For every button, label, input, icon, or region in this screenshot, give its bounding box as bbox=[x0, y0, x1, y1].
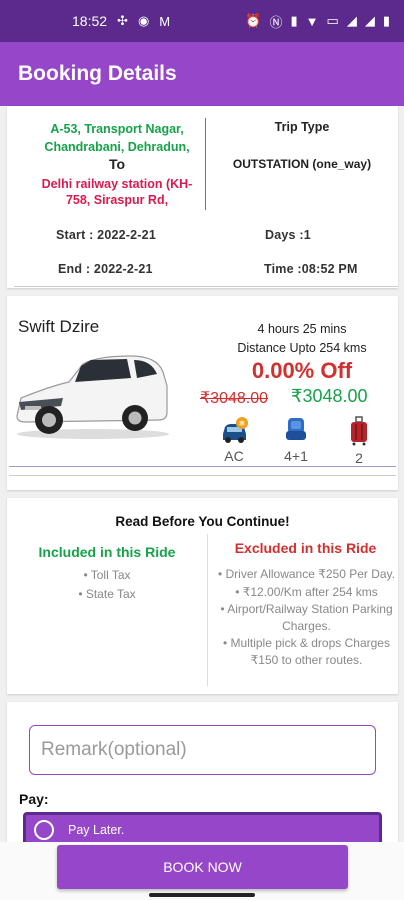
wifi-icon: ▼ bbox=[305, 13, 319, 29]
volte-icon: ▭ bbox=[326, 13, 339, 28]
car-name: Swift Dzire bbox=[18, 317, 100, 336]
fan-notification-icon: ✣ bbox=[117, 13, 128, 28]
car-image bbox=[16, 355, 169, 439]
trip-duration: 4 hours 25 mins bbox=[257, 322, 347, 336]
trip-type-label: Trip Type bbox=[274, 120, 330, 134]
status-bar: 18:52 ✣ ◉ M ⏰ Ⓝ ▮ ▼ ▭ ◢ ◢ ▮ bbox=[0, 0, 404, 42]
end-date: End : 2022-2-21 bbox=[58, 262, 153, 276]
svg-text:❄: ❄ bbox=[239, 419, 246, 428]
feature-luggage-label: 2 bbox=[355, 450, 363, 466]
car-card: Swift Dzire 4 hours 25 mins Distance Upt… bbox=[7, 296, 398, 490]
start-date: Start : 2022-2-21 bbox=[56, 228, 156, 242]
included-list: • Toll Tax • State Tax bbox=[7, 566, 207, 604]
pay-later-label: Pay Later. bbox=[68, 823, 125, 837]
feature-ac: ❄ AC bbox=[214, 416, 254, 464]
list-item: • Multiple pick & drops Charges ₹150 to … bbox=[223, 636, 390, 667]
remark-input[interactable] bbox=[29, 725, 376, 775]
gesture-nav-handle bbox=[149, 893, 255, 897]
original-price: ₹3048.00 bbox=[200, 390, 269, 407]
list-item: • Airport/Railway Station Parking Charge… bbox=[220, 602, 393, 633]
feature-seats: 4+1 bbox=[276, 416, 316, 464]
radio-button[interactable] bbox=[34, 820, 54, 840]
policy-title: Read Before You Continue! bbox=[115, 514, 290, 529]
list-item: • State Tax bbox=[78, 587, 136, 601]
final-price: ₹3048.00 bbox=[291, 386, 368, 406]
policy-divider bbox=[207, 534, 208, 686]
feature-luggage: 2 bbox=[339, 416, 379, 466]
list-item: • ₹12.00/Km after 254 kms bbox=[235, 584, 378, 599]
pay-label: Pay: bbox=[19, 791, 49, 807]
discount-label: 0.00% Off bbox=[251, 358, 353, 383]
seat-icon bbox=[286, 418, 306, 440]
luggage-icon bbox=[351, 416, 367, 446]
excluded-list: • Driver Allowance ₹250 Per Day. • ₹12.0… bbox=[215, 566, 398, 669]
pickup-time: Time :08:52 PM bbox=[264, 262, 358, 276]
signal-icon: ◢ bbox=[346, 13, 357, 28]
page-title: Booking Details bbox=[18, 62, 177, 85]
app-bar: Booking Details bbox=[0, 42, 404, 106]
policy-card: Read Before You Continue! Included in th… bbox=[7, 498, 398, 694]
alarm-icon: ⏰ bbox=[245, 13, 262, 28]
book-now-button[interactable]: BOOK NOW bbox=[57, 845, 348, 889]
excluded-title: Excluded in this Ride bbox=[234, 540, 377, 556]
pickup-address: A-53, Transport Nagar, Chandrabani, Dehr… bbox=[44, 122, 190, 154]
vibrate-icon: ▮ bbox=[290, 13, 298, 28]
route-card: A-53, Transport Nagar, Chandrabani, Dehr… bbox=[7, 106, 398, 288]
included-title: Included in this Ride bbox=[38, 544, 176, 560]
divider bbox=[9, 466, 396, 467]
app-notification-icon: ◉ bbox=[137, 13, 150, 28]
list-item: • Driver Allowance ₹250 Per Day. bbox=[217, 567, 396, 581]
feature-ac-label: AC bbox=[224, 448, 244, 464]
feature-seats-label: 4+1 bbox=[284, 448, 308, 464]
signal-icon-2: ◢ bbox=[364, 13, 375, 28]
route-divider bbox=[205, 118, 206, 210]
list-item: • Toll Tax bbox=[83, 568, 131, 582]
trip-type-value: OUTSTATION (one_way) bbox=[232, 157, 372, 171]
drop-address: Delhi railway station (KH-758, Siraspur … bbox=[41, 177, 193, 207]
divider bbox=[14, 286, 398, 287]
status-time: 18:52 bbox=[72, 13, 108, 29]
gmail-icon: M bbox=[159, 13, 171, 29]
ac-car-icon: ❄ bbox=[223, 417, 248, 443]
days-count: Days :1 bbox=[265, 228, 311, 242]
to-label: To bbox=[108, 156, 126, 172]
trip-distance: Distance Upto 254 kms bbox=[237, 341, 367, 355]
battery-icon: ▮ bbox=[382, 13, 390, 28]
nfc-icon: Ⓝ bbox=[269, 14, 283, 30]
divider bbox=[9, 475, 396, 476]
